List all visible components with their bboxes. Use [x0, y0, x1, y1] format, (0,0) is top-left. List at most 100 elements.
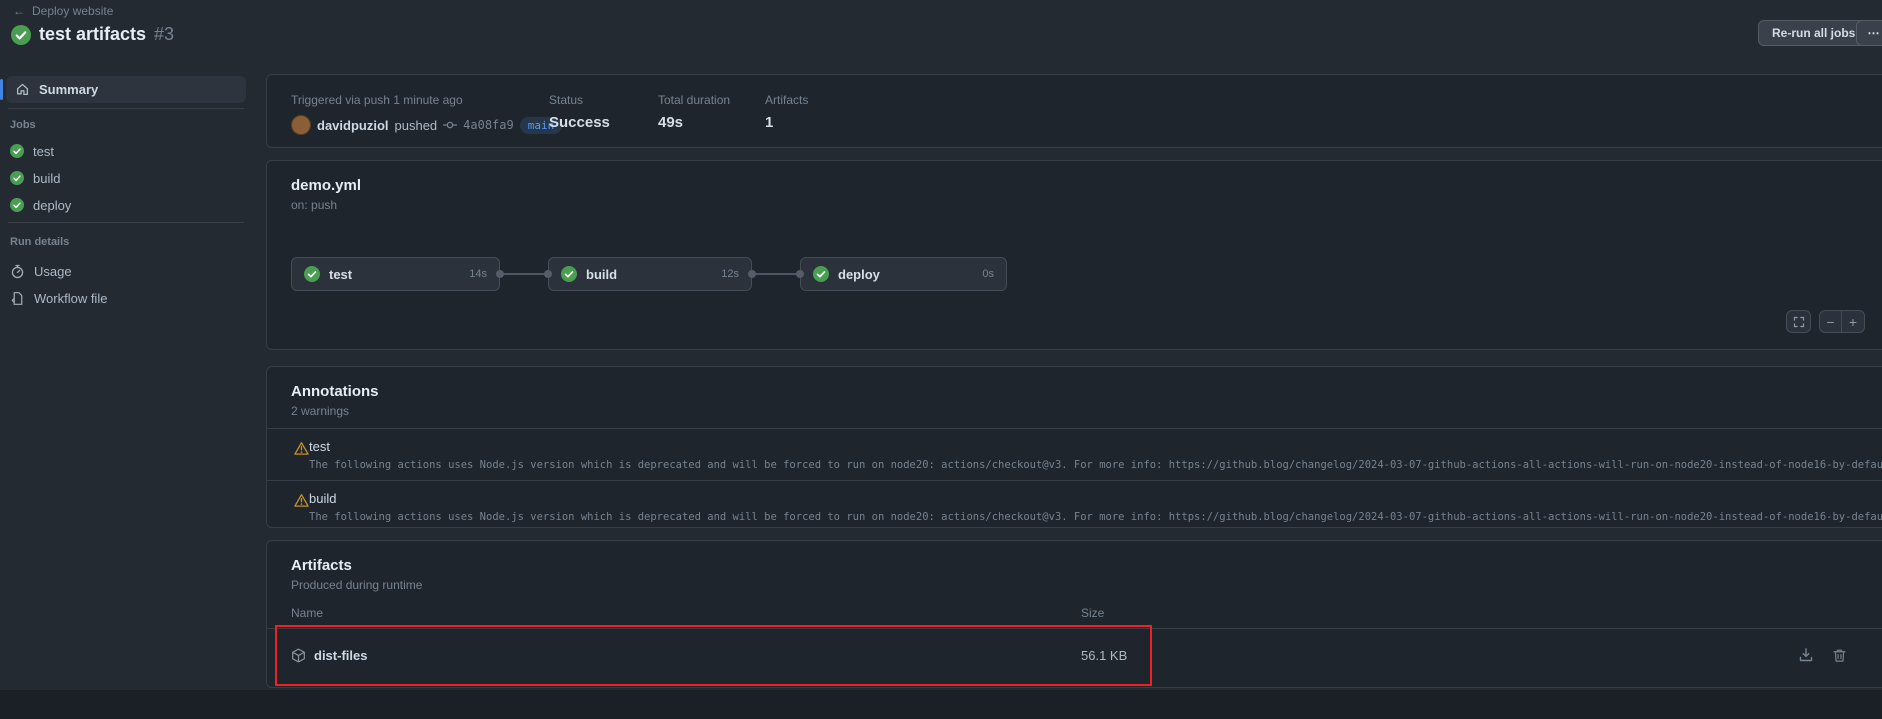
- job-node-deploy[interactable]: deploy 0s: [800, 257, 1007, 291]
- duration-label: Total duration: [658, 93, 765, 107]
- sidebar-item-label: Workflow file: [34, 291, 107, 306]
- action-text: pushed: [395, 118, 438, 133]
- graph-connector: [500, 273, 548, 275]
- artifact-size: 56.1 KB: [1081, 648, 1127, 663]
- artifacts-table-header: Name Size: [267, 592, 1882, 629]
- workflow-file-icon: [10, 291, 25, 306]
- sidebar-item-label: build: [33, 171, 60, 186]
- stopwatch-icon: [10, 264, 25, 279]
- success-check-icon: [10, 198, 24, 212]
- success-check-icon: [10, 171, 24, 185]
- status-label: Status: [549, 93, 658, 107]
- run-details-section-label: Run details: [10, 236, 69, 248]
- run-summary-card: Triggered via push 1 minute ago davidpuz…: [266, 74, 1882, 148]
- jobs-section-label: Jobs: [10, 119, 36, 131]
- success-check-icon: [813, 266, 829, 282]
- trash-icon[interactable]: [1832, 647, 1847, 663]
- job-node-test[interactable]: test 14s: [291, 257, 500, 291]
- job-node-duration: 14s: [469, 268, 487, 280]
- zoom-controls: − +: [1819, 310, 1865, 333]
- sidebar-item-usage[interactable]: Usage: [10, 260, 72, 282]
- annotations-card: Annotations 2 warnings test The followin…: [266, 366, 1882, 528]
- annotations-subtitle: 2 warnings: [291, 404, 1865, 418]
- annotations-header: Annotations 2 warnings: [267, 367, 1882, 429]
- avatar[interactable]: [291, 115, 311, 135]
- artifacts-column: Artifacts 1: [765, 93, 808, 147]
- graph-connector: [752, 273, 800, 275]
- workflow-graph-card: demo.yml on: push test 14s build 12s: [266, 160, 1882, 350]
- run-title: test artifacts #3: [11, 24, 174, 45]
- sidebar-item-job-test[interactable]: test: [10, 140, 54, 162]
- job-node-duration: 12s: [721, 268, 739, 280]
- sidebar-item-label: Summary: [39, 82, 98, 97]
- fullscreen-icon: [1793, 316, 1805, 328]
- annotation-row: build The following actions uses Node.js…: [267, 480, 1882, 532]
- job-node-label: deploy: [838, 267, 880, 282]
- annotation-job-link[interactable]: test: [309, 439, 1882, 454]
- breadcrumb-label: Deploy website: [32, 4, 113, 18]
- trigger-column: Triggered via push 1 minute ago davidpuz…: [291, 93, 549, 147]
- sidebar-item-job-deploy[interactable]: deploy: [10, 194, 71, 216]
- sidebar-divider: [8, 108, 244, 109]
- annotations-title: Annotations: [291, 383, 1865, 400]
- page-title: test artifacts: [39, 24, 146, 45]
- success-check-icon: [10, 144, 24, 158]
- warning-icon: [294, 441, 309, 456]
- sidebar-item-job-build[interactable]: build: [10, 167, 60, 189]
- rerun-all-jobs-button[interactable]: Re-run all jobs: [1758, 20, 1869, 46]
- job-node-label: build: [586, 267, 617, 282]
- warning-icon: [294, 493, 309, 508]
- trigger-label: Triggered via push 1 minute ago: [291, 93, 549, 107]
- annotation-row: test The following actions uses Node.js …: [267, 429, 1882, 480]
- artifacts-count: 1: [765, 114, 808, 131]
- annotation-message: The following actions uses Node.js versi…: [309, 459, 1882, 471]
- zoom-in-button[interactable]: +: [1842, 311, 1864, 332]
- artifacts-subtitle: Produced during runtime: [291, 578, 1865, 592]
- duration-value: 49s: [658, 114, 765, 131]
- sidebar-divider: [8, 222, 244, 223]
- selected-accent-bar: [0, 79, 3, 100]
- status-value: Success: [549, 114, 658, 131]
- sidebar-item-label: deploy: [33, 198, 71, 213]
- commit-line: davidpuziol pushed 4a08fa9 main: [291, 114, 549, 136]
- fullscreen-button[interactable]: [1786, 310, 1811, 333]
- breadcrumb[interactable]: ← Deploy website: [13, 4, 113, 18]
- footer-strip: [0, 690, 1882, 719]
- annotation-job-link[interactable]: build: [309, 491, 1882, 506]
- sidebar-item-label: Usage: [34, 264, 72, 279]
- success-check-icon: [304, 266, 320, 282]
- artifact-name-link[interactable]: dist-files: [314, 648, 367, 663]
- workflow-file-name: demo.yml: [291, 177, 1865, 194]
- size-column-header: Size: [1081, 606, 1104, 620]
- home-icon: [15, 82, 30, 97]
- sidebar-item-workflow-file[interactable]: Workflow file: [10, 287, 107, 309]
- download-icon[interactable]: [1798, 647, 1814, 663]
- run-number: #3: [154, 24, 174, 45]
- zoom-out-button[interactable]: −: [1820, 311, 1842, 332]
- back-arrow-icon: ←: [13, 4, 25, 18]
- success-check-icon: [11, 25, 31, 45]
- annotation-message: The following actions uses Node.js versi…: [309, 511, 1882, 523]
- artifact-row: dist-files 56.1 KB: [267, 629, 1882, 681]
- actor-link[interactable]: davidpuziol: [317, 118, 389, 133]
- job-node-label: test: [329, 267, 352, 282]
- sidebar-item-summary[interactable]: Summary: [6, 76, 246, 103]
- job-node-build[interactable]: build 12s: [548, 257, 752, 291]
- graph-controls: − +: [1786, 310, 1865, 333]
- artifacts-label: Artifacts: [765, 93, 808, 107]
- package-icon: [291, 648, 306, 663]
- name-column-header: Name: [291, 606, 1081, 620]
- commit-sha-link[interactable]: 4a08fa9: [463, 118, 514, 132]
- duration-column: Total duration 49s: [658, 93, 765, 147]
- artifacts-title: Artifacts: [291, 557, 1865, 574]
- job-graph: test 14s build 12s deploy 0s: [291, 257, 1007, 291]
- commit-icon: [443, 118, 457, 132]
- artifacts-header: Artifacts Produced during runtime: [267, 541, 1882, 592]
- artifacts-card: Artifacts Produced during runtime Name S…: [266, 540, 1882, 688]
- workflow-trigger: on: push: [291, 198, 1865, 212]
- graph-header: demo.yml on: push: [267, 161, 1882, 212]
- more-options-button[interactable]: ⋯: [1856, 20, 1882, 46]
- status-column: Status Success: [549, 93, 658, 147]
- sidebar-item-label: test: [33, 144, 54, 159]
- success-check-icon: [561, 266, 577, 282]
